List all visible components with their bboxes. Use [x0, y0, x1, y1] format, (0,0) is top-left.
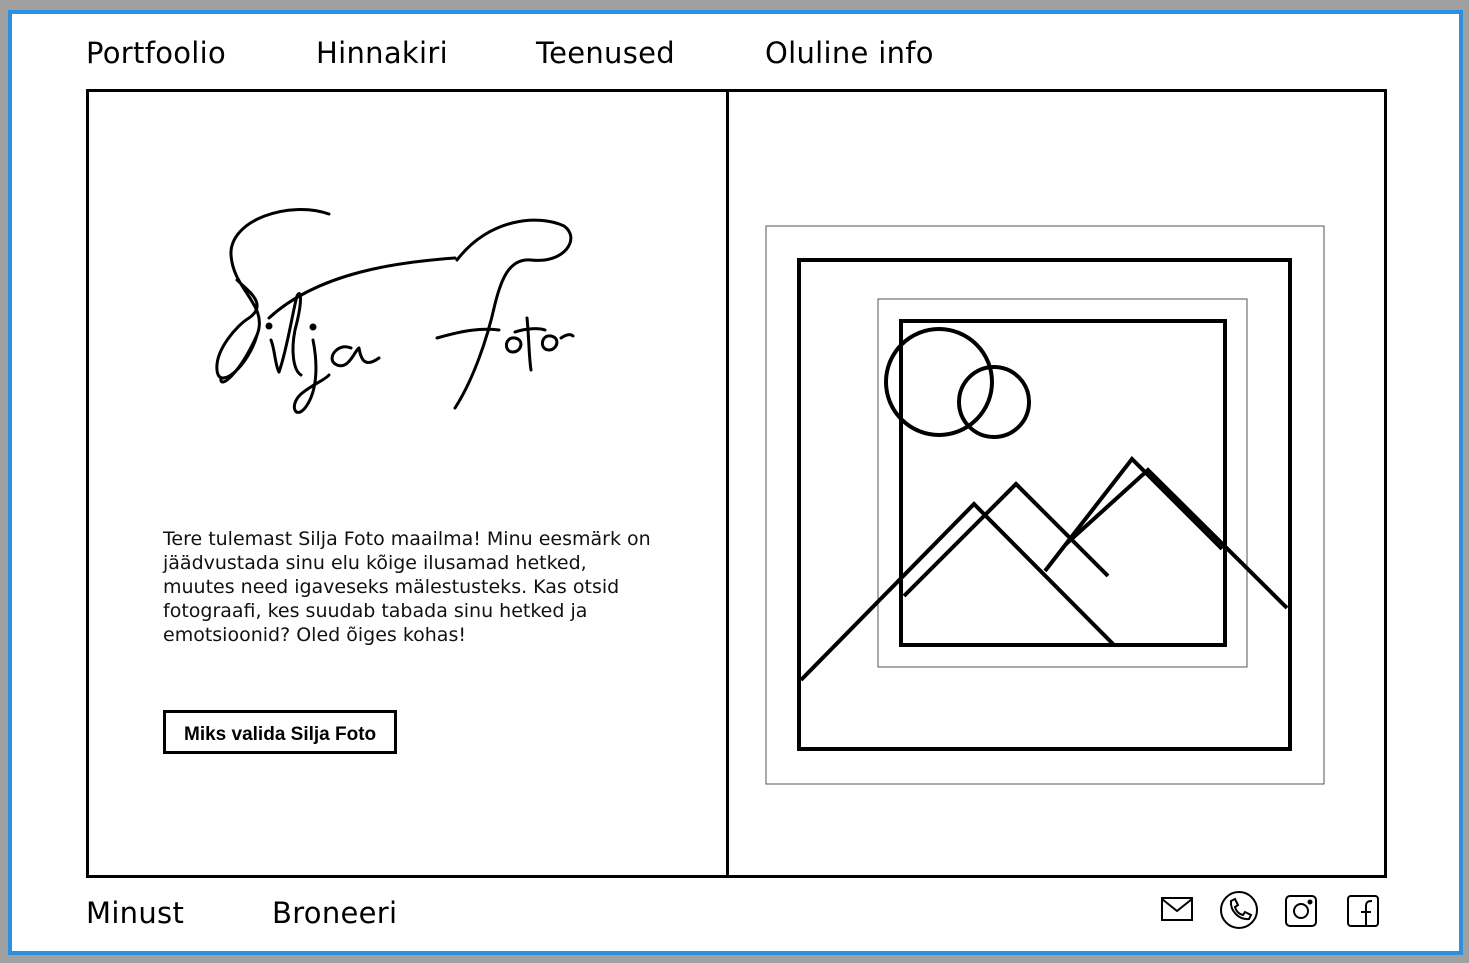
nav-oluline-info[interactable]: Oluline info [765, 36, 934, 70]
section-divider [726, 92, 729, 875]
social-links [1156, 890, 1386, 934]
instagram-icon[interactable] [1284, 894, 1318, 928]
mail-icon[interactable] [1160, 896, 1194, 924]
nav-broneeri[interactable]: Broneeri [272, 896, 397, 930]
nav-teenused[interactable]: Teenused [536, 36, 675, 70]
hero-section: Tere tulemast Silja Foto maailma! Minu e… [86, 89, 1387, 878]
image-placeholder-icon [765, 225, 1325, 785]
nav-hinnakiri[interactable]: Hinnakiri [316, 36, 448, 70]
phone-icon[interactable] [1219, 890, 1259, 930]
signature-logo [215, 208, 575, 414]
why-choose-button[interactable]: Miks valida Silja Foto [163, 710, 398, 754]
nav-minust[interactable]: Minust [86, 896, 184, 930]
welcome-text: Tere tulemast Silja Foto maailma! Minu e… [163, 528, 651, 646]
nav-portfoolio[interactable]: Portfoolio [86, 36, 226, 70]
facebook-icon[interactable] [1346, 894, 1380, 928]
